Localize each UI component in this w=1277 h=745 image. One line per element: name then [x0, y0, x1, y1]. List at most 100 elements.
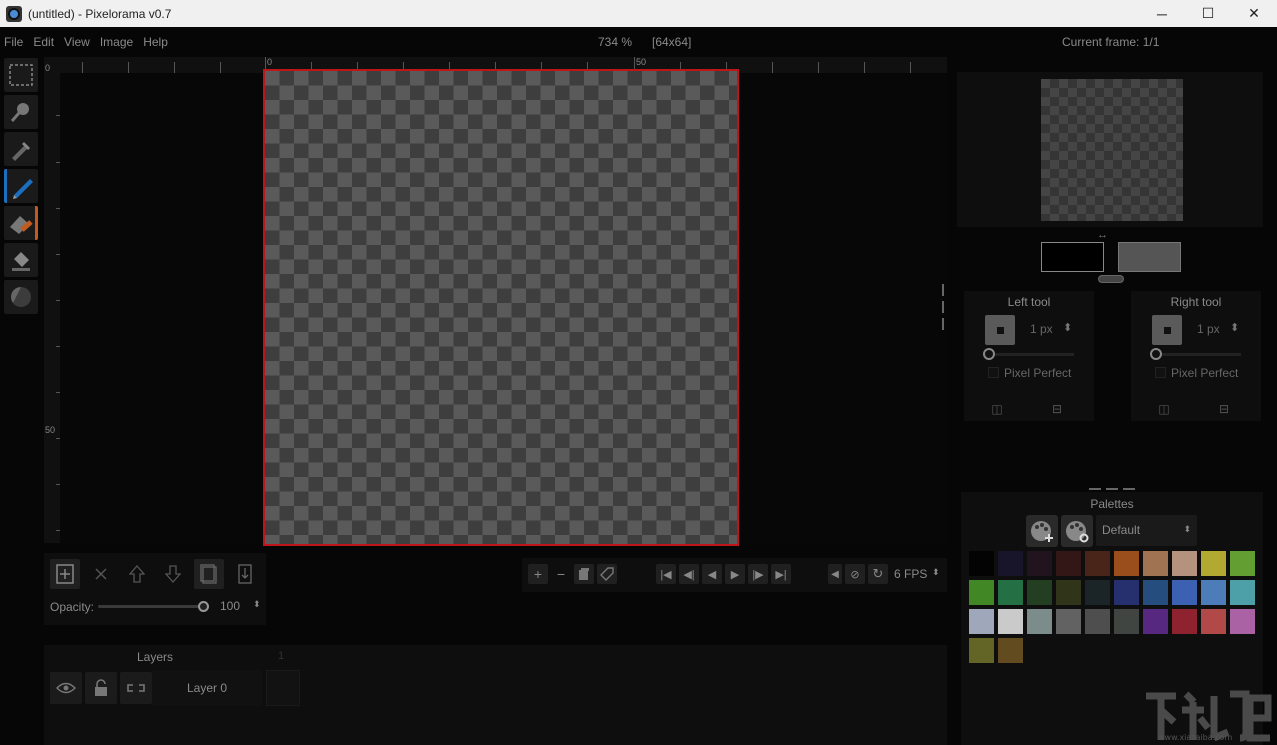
palette-swatch[interactable] — [998, 551, 1023, 576]
layer-frame-cell[interactable] — [266, 670, 300, 706]
edit-palette-button[interactable] — [1061, 515, 1093, 547]
first-frame-button[interactable]: |◀ — [656, 564, 676, 584]
palette-swatch[interactable] — [1027, 609, 1052, 634]
palette-swatch[interactable] — [1114, 609, 1139, 634]
right-color-button[interactable] — [1118, 242, 1181, 272]
layer-visibility-button[interactable] — [50, 672, 82, 704]
right-vertical-mirror-button[interactable]: ⊟ — [1214, 401, 1234, 417]
move-layer-up-button[interactable] — [122, 559, 152, 589]
remove-frame-button[interactable]: − — [551, 564, 571, 584]
menu-help[interactable]: Help — [138, 35, 173, 49]
layer-lock-button[interactable] — [85, 672, 117, 704]
play-backwards-button[interactable]: ◀ — [702, 564, 722, 584]
palette-swatch[interactable] — [998, 638, 1023, 663]
reset-colors-button[interactable] — [1098, 275, 1124, 283]
add-palette-button[interactable] — [1026, 515, 1058, 547]
palette-swatch[interactable] — [1085, 580, 1110, 605]
palette-swatch[interactable] — [1027, 551, 1052, 576]
palette-swatch[interactable] — [1143, 609, 1168, 634]
onion-past-button[interactable]: ◀ — [828, 564, 842, 584]
bucket-tool[interactable] — [4, 243, 38, 277]
palette-swatch[interactable] — [1056, 551, 1081, 576]
swap-colors-icon[interactable]: ↔ — [1097, 229, 1108, 241]
next-frame-button[interactable]: |▶ — [748, 564, 768, 584]
opacity-slider-handle[interactable] — [198, 601, 209, 612]
palette-swatch[interactable] — [998, 609, 1023, 634]
left-pixel-perfect-checkbox[interactable] — [988, 367, 999, 378]
palette-swatch[interactable] — [969, 551, 994, 576]
palette-resize-handle[interactable] — [1089, 488, 1135, 490]
panel-resize-handle[interactable] — [942, 284, 944, 330]
left-brush-button[interactable] — [985, 315, 1015, 345]
right-size-slider[interactable] — [1155, 353, 1241, 356]
lighten-darken-tool[interactable] — [4, 280, 38, 314]
palette-swatch[interactable] — [1143, 580, 1168, 605]
layer-name[interactable]: Layer 0 — [152, 670, 262, 706]
palette-swatch[interactable] — [1027, 580, 1052, 605]
palette-swatch[interactable] — [1172, 551, 1197, 576]
palette-swatch[interactable] — [969, 609, 994, 634]
right-brush-size[interactable]: 1 px — [1197, 322, 1220, 336]
palette-swatch[interactable] — [1056, 609, 1081, 634]
remove-layer-button[interactable] — [86, 559, 116, 589]
palette-swatch[interactable] — [1056, 580, 1081, 605]
left-horizontal-mirror-button[interactable]: ◫ — [987, 401, 1007, 417]
last-frame-button[interactable]: ▶| — [771, 564, 791, 584]
right-size-spinner-icon[interactable]: ⬍ — [1230, 321, 1239, 334]
clone-layer-button[interactable] — [194, 559, 224, 589]
merge-down-button[interactable] — [230, 559, 260, 589]
palette-swatch[interactable] — [1172, 609, 1197, 634]
left-color-button[interactable] — [1041, 242, 1104, 272]
left-size-spinner-icon[interactable]: ⬍ — [1063, 321, 1072, 334]
add-frame-button[interactable]: + — [528, 564, 548, 584]
onion-toggle-button[interactable]: ⊘ — [845, 564, 865, 584]
eraser-tool[interactable] — [4, 206, 38, 240]
palette-select[interactable]: Default ⬍ — [1096, 515, 1197, 546]
play-forward-button[interactable]: ▶ — [725, 564, 745, 584]
palette-swatch[interactable] — [1201, 609, 1226, 634]
palette-swatch[interactable] — [1143, 551, 1168, 576]
color-picker-tool[interactable] — [4, 132, 38, 166]
opacity-spinner-icon[interactable]: ⬍ — [253, 599, 261, 610]
right-size-slider-handle[interactable] — [1150, 348, 1162, 360]
rectangle-select-tool[interactable] — [4, 58, 38, 92]
palette-swatch[interactable] — [1172, 580, 1197, 605]
layer-link-button[interactable] — [120, 672, 152, 704]
pencil-tool[interactable] — [4, 169, 38, 203]
palette-swatch[interactable] — [1114, 551, 1139, 576]
palette-swatch[interactable] — [1201, 551, 1226, 576]
palette-swatch[interactable] — [1201, 580, 1226, 605]
menu-view[interactable]: View — [59, 35, 95, 49]
menu-file[interactable]: File — [0, 35, 28, 49]
maximize-button[interactable]: ☐ — [1185, 0, 1231, 27]
zoom-tool[interactable] — [4, 95, 38, 129]
fps-value[interactable]: 6 FPS — [894, 567, 927, 581]
palette-swatch[interactable] — [969, 580, 994, 605]
add-layer-button[interactable] — [50, 559, 80, 589]
right-pixel-perfect-checkbox[interactable] — [1155, 367, 1166, 378]
left-vertical-mirror-button[interactable]: ⊟ — [1047, 401, 1067, 417]
left-size-slider[interactable] — [988, 353, 1074, 356]
clone-frame-button[interactable] — [574, 564, 594, 584]
loop-button[interactable]: ↻ — [868, 564, 888, 584]
minimize-button[interactable]: ─ — [1139, 0, 1185, 27]
palette-swatch[interactable] — [1114, 580, 1139, 605]
previous-frame-button[interactable]: ◀| — [679, 564, 699, 584]
left-brush-size[interactable]: 1 px — [1030, 322, 1053, 336]
left-size-slider-handle[interactable] — [983, 348, 995, 360]
fps-spinner-icon[interactable]: ⬍ — [932, 567, 940, 578]
close-button[interactable]: ✕ — [1231, 0, 1277, 27]
palette-swatch[interactable] — [1085, 609, 1110, 634]
menu-edit[interactable]: Edit — [28, 35, 59, 49]
right-brush-button[interactable] — [1152, 315, 1182, 345]
palette-swatch[interactable] — [1085, 551, 1110, 576]
opacity-slider[interactable] — [98, 605, 204, 608]
palette-swatch[interactable] — [969, 638, 994, 663]
drawing-canvas[interactable] — [263, 69, 739, 546]
palette-swatch[interactable] — [1230, 551, 1255, 576]
onion-skin-button[interactable] — [597, 564, 617, 584]
opacity-value[interactable]: 100 — [220, 599, 240, 613]
palette-swatch[interactable] — [1230, 609, 1255, 634]
menu-image[interactable]: Image — [95, 35, 138, 49]
move-layer-down-button[interactable] — [158, 559, 188, 589]
